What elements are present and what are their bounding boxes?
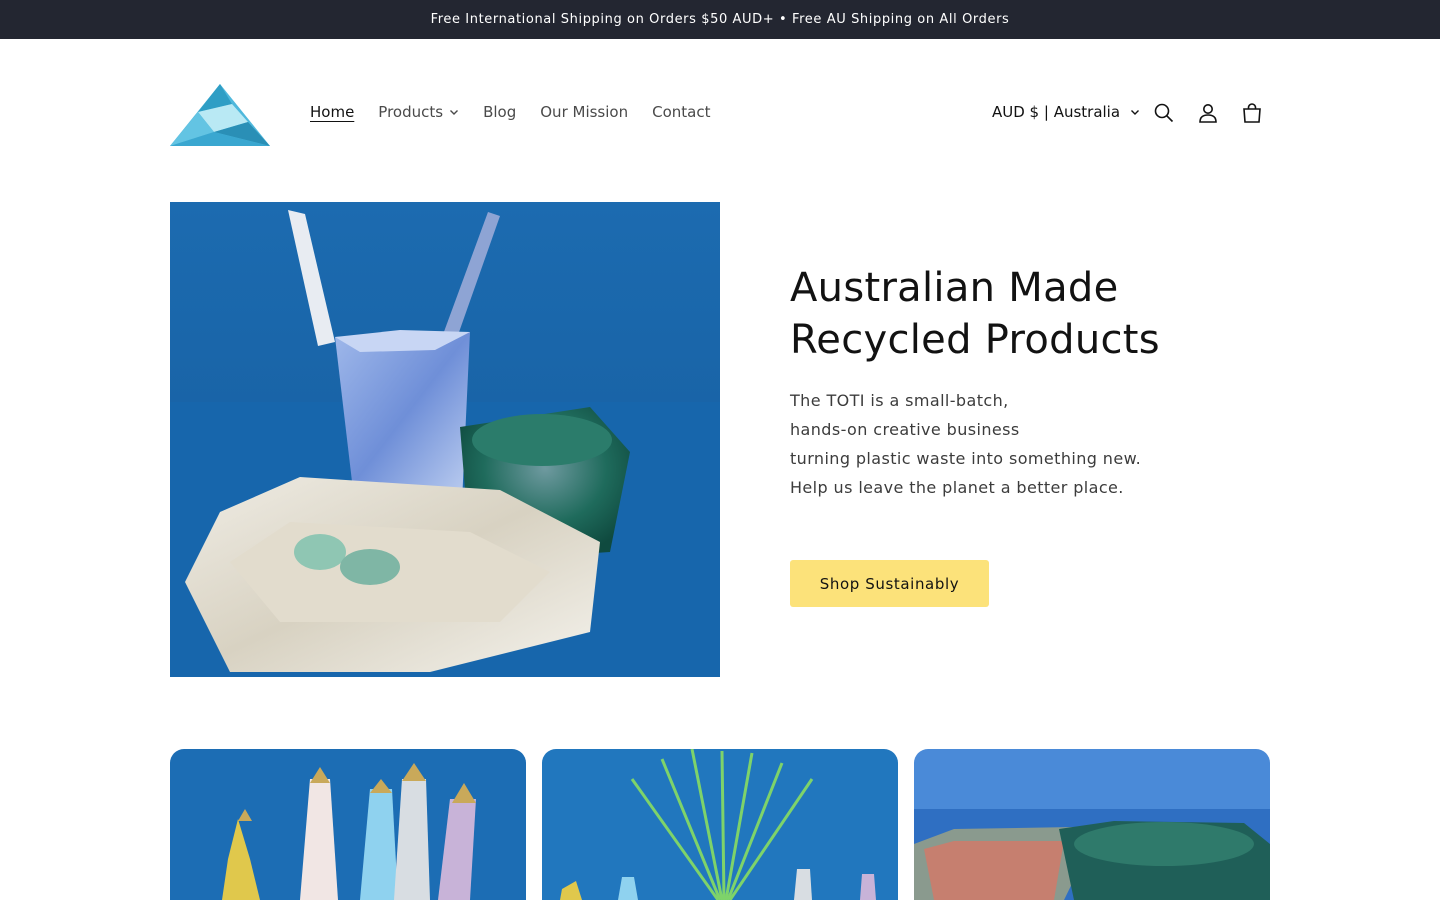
hero-title-line2: Recycled Products	[790, 317, 1160, 363]
nav-products-label: Products	[378, 103, 444, 121]
announcement-text: Free International Shipping on Orders $5…	[430, 12, 1010, 27]
hero-description: The TOTI is a small-batch, hands-on crea…	[790, 386, 1270, 502]
hero-copy-line: hands-on creative business	[790, 420, 1020, 439]
site-header: Home Products Blog Our Mission Contact A…	[0, 39, 1440, 169]
hero-copy-line: turning plastic waste into something new…	[790, 449, 1142, 468]
nav-contact[interactable]: Contact	[652, 103, 710, 121]
cart-icon	[1243, 103, 1261, 123]
cart-button[interactable]	[1240, 101, 1264, 125]
announcement-bar: Free International Shipping on Orders $5…	[0, 0, 1440, 39]
chevron-down-icon	[450, 110, 459, 115]
account-button[interactable]	[1196, 101, 1220, 125]
shop-sustainably-button[interactable]: Shop Sustainably	[790, 560, 989, 607]
hero-copy-line: Help us leave the planet a better place.	[790, 478, 1124, 497]
hero-image	[170, 202, 720, 677]
hero-copy-line: The TOTI is a small-batch,	[790, 391, 1009, 410]
nav-home[interactable]: Home	[310, 103, 354, 121]
hero-title: Australian Made Recycled Products	[790, 262, 1270, 366]
pens-photo	[170, 749, 526, 900]
collection-card-pens[interactable]	[170, 749, 526, 900]
currency-selector[interactable]: AUD $ | Australia	[992, 103, 1140, 121]
hero-title-line1: Australian Made	[790, 265, 1119, 311]
chevron-down-icon	[1131, 110, 1140, 115]
main-nav: Home Products Blog Our Mission Contact	[310, 103, 710, 121]
bowls-photo	[914, 749, 1270, 900]
mountain-logo-icon[interactable]	[170, 82, 270, 148]
collection-card-bowls[interactable]	[914, 749, 1270, 900]
currency-label: AUD $ | Australia	[992, 103, 1121, 121]
nav-products[interactable]: Products	[378, 103, 459, 121]
nav-blog[interactable]: Blog	[483, 103, 516, 121]
recycled-products-photo	[170, 202, 720, 677]
nav-our-mission[interactable]: Our Mission	[540, 103, 628, 121]
account-icon	[1199, 104, 1217, 123]
search-button[interactable]	[1152, 101, 1176, 125]
plant-photo	[542, 749, 898, 900]
search-icon	[1154, 103, 1174, 123]
collection-card-planters[interactable]	[542, 749, 898, 900]
